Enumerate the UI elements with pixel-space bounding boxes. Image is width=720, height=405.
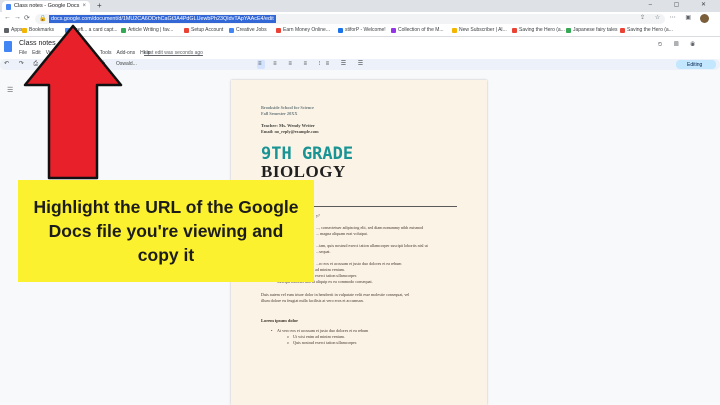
document-title[interactable]: Class notes (19, 40, 56, 47)
alignment-list-icons[interactable]: ≡ ≡ ≡ ≡ ⁝≡ ☰ ☰ (258, 60, 368, 67)
bookmark-label: Earn Money Online... (283, 27, 330, 33)
address-bar[interactable]: 🔒 docs.google.com/document/d/1MU2CA6ODrh… (35, 14, 665, 24)
paragraph-line: illum dolore eu feugiat nulla facilisis … (261, 298, 364, 303)
school-name: Brookside School for Science (261, 105, 314, 110)
docs-menu-bar: File Edit View Insert Format Tools Add-ons Help (19, 50, 155, 56)
back-icon[interactable]: ← (4, 14, 11, 21)
bookmark-item[interactable]: Apps (4, 27, 22, 33)
editing-mode-button[interactable]: Editing (676, 60, 716, 69)
paragraph-line: ...sequat. (316, 249, 331, 254)
outline-icon[interactable]: ☰ (7, 86, 13, 94)
bookmark-icon (4, 27, 9, 33)
bookmark-label: Setup Account (191, 27, 224, 33)
grade-heading: 9TH GRADE (261, 144, 354, 164)
menu-item-view[interactable]: View (46, 50, 57, 56)
bookmark-item[interactable]: Bookmarks (22, 27, 54, 33)
bookmark-label: Collection of the M... (398, 27, 444, 33)
paragraph-line: ... magna aliquam erat volutpat. (316, 231, 368, 236)
bookmark-item[interactable]: Creative Jobs (229, 27, 267, 33)
bookmark-item[interactable]: Japanese fairy tales (566, 27, 617, 33)
tab-title: Class notes - Google Docs (14, 3, 80, 9)
paragraph-line: ...iam, quis nostrud exerci tation ullam… (316, 243, 428, 248)
bookmark-icon (121, 27, 126, 33)
url-text-selected[interactable]: docs.google.com/document/d/1MU2CA6ODrhCa… (49, 15, 276, 23)
bookmark-icon (391, 27, 396, 33)
bookmarks-bar: Apps Bookmarks Firefi... a card capt... Art… (0, 26, 720, 37)
bookmark-item[interactable]: Firefi... a card capt... (65, 27, 118, 33)
menu-item-format[interactable]: Format (79, 50, 95, 56)
bookmark-icon (620, 27, 625, 33)
menu-item-file[interactable]: File (19, 50, 27, 56)
bookmark-icon (184, 27, 189, 33)
bookmark-item[interactable]: New Subscriber | Al... (452, 27, 507, 33)
menu-item-addons[interactable]: Add-ons (116, 50, 135, 56)
bookmark-label: Bookmarks (29, 27, 55, 33)
bookmark-label: Japanese fairy tales (573, 27, 618, 33)
bookmark-label: Saving the Hero (a... (627, 27, 673, 33)
google-docs-favicon-icon (6, 4, 11, 10)
caption-text: Highlight the URL of the Google Docs fil… (33, 197, 299, 265)
close-tab-icon[interactable]: × (82, 3, 86, 9)
email-line: Email: no_reply@example.com (261, 129, 319, 134)
bookmark-label: Article Writing | fav... (128, 27, 174, 33)
last-edit-link[interactable]: Last edit was seconds ago (144, 50, 203, 56)
docs-header: Class notes File Edit View Insert Format Tool… (0, 37, 720, 59)
bookmark-icon (338, 27, 343, 33)
new-tab-button[interactable]: + (97, 1, 102, 10)
header-action-icons[interactable]: ⏲ ▤ ◉ (658, 42, 700, 49)
bookmark-item[interactable]: Setup Account (184, 27, 223, 33)
browser-tab[interactable]: Class notes - Google Docs × (2, 1, 90, 12)
question-fragment: y? (316, 213, 320, 218)
reload-icon[interactable]: ⟳ (24, 14, 30, 22)
bookmark-item[interactable]: Earn Money Online... (276, 27, 330, 33)
bookmark-label: Creative Jobs (236, 27, 267, 33)
bookmark-icon (276, 27, 281, 33)
docs-toolbar: ↶ ↷ ⎙ ✓ ▥ 100% Oswald... ≡ ≡ ≡ ≡ ⁝≡ ☰ ☰ … (0, 59, 720, 70)
bookmark-icon (65, 27, 70, 33)
bookmark-item[interactable]: Saving the Hero (a... (620, 27, 673, 33)
instruction-caption: Highlight the URL of the Google Docs fil… (18, 180, 314, 282)
menu-item-edit[interactable]: Edit (32, 50, 41, 56)
extension-icons[interactable]: ⇪ ☆ ⋯ ▣ (640, 14, 695, 21)
semester: Fall Semester 20XX (261, 111, 298, 116)
bookmark-icon (22, 27, 27, 33)
bookmark-item[interactable]: Article Writing | fav... (121, 27, 173, 33)
bookmark-label: Saving the Hero (a... (519, 27, 565, 33)
bookmark-label: New Subscriber | Al... (459, 27, 507, 33)
bookmark-label: Apps (11, 27, 23, 33)
teacher-line: Teacher: Ms. Wendy Writer (261, 123, 315, 128)
bookmark-icon (452, 27, 457, 33)
bookmark-item[interactable]: stiforP - Welcome! (338, 27, 386, 33)
bookmark-icon (512, 27, 517, 33)
undo-redo-print-icons[interactable]: ↶ ↷ ⎙ ✓ ▥ 100% (4, 60, 109, 68)
bookmark-item[interactable]: Collection of the M... (391, 27, 444, 33)
browser-toolbar: ← → ⟳ 🔒 docs.google.com/document/d/1MU2C… (0, 12, 720, 26)
bookmark-label: stiforP - Welcome! (345, 27, 386, 33)
menu-item-tools[interactable]: Tools (100, 50, 112, 56)
bookmark-label: Firefi... a card capt... (72, 27, 118, 33)
forward-icon[interactable]: → (14, 14, 21, 21)
window-controls[interactable]: – ▢ ✕ (649, 1, 716, 8)
list-item: Quis nostrud exerci tation ullamcorper. (287, 340, 357, 346)
google-docs-logo-icon[interactable] (4, 41, 12, 52)
font-selector[interactable]: Oswald... (116, 61, 137, 67)
bookmark-icon (229, 27, 234, 33)
section-heading: Lorem ipsum dolor (261, 318, 299, 323)
lock-icon: 🔒 (39, 16, 47, 22)
bookmark-icon (566, 27, 571, 33)
bookmark-item[interactable]: Saving the Hero (a... (512, 27, 565, 33)
browser-tab-strip: Class notes - Google Docs × + – ▢ ✕ (0, 0, 720, 12)
profile-avatar[interactable] (700, 14, 709, 23)
menu-item-insert[interactable]: Insert (61, 50, 74, 56)
subject-heading: BIOLOGY (261, 162, 346, 181)
